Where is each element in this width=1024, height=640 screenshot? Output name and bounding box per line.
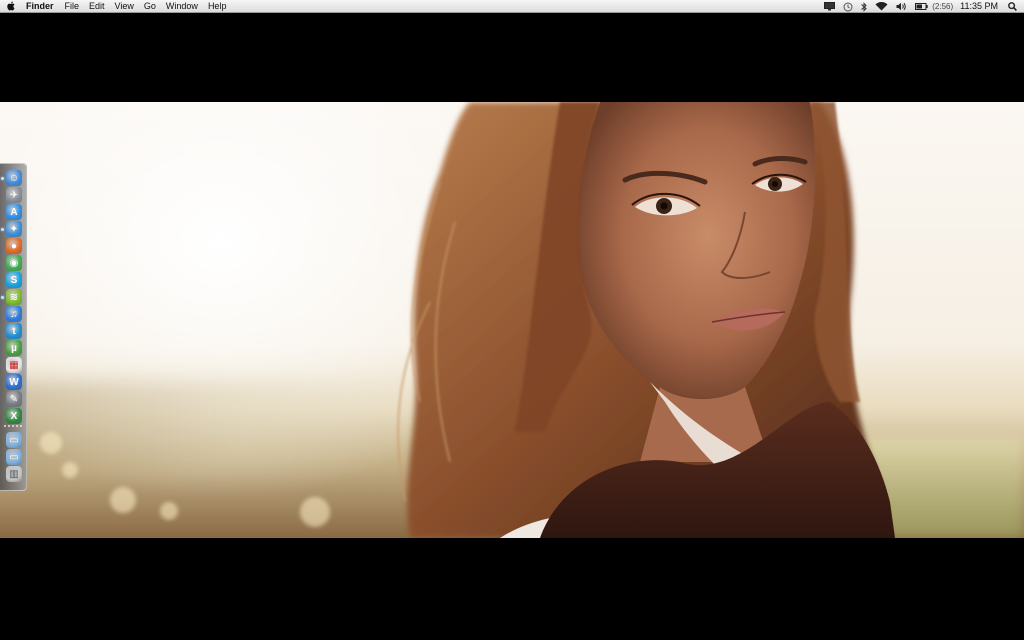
portrait-figure	[397, 102, 895, 538]
battery-icon[interactable]	[911, 0, 930, 13]
menu-go[interactable]: Go	[139, 0, 161, 13]
desktop-wallpaper	[0, 102, 1024, 538]
spotlight-icon[interactable]	[1004, 0, 1024, 13]
bluetooth-icon[interactable]	[857, 0, 871, 13]
display-icon[interactable]	[820, 0, 839, 13]
launchpad-icon: ✈	[9, 189, 19, 201]
menu-clock[interactable]: 11:35 PM	[955, 0, 1004, 13]
status-menus: (2:56) 11:35 PM	[820, 0, 1024, 13]
battery-time[interactable]: (2:56)	[930, 0, 955, 13]
time-machine-icon[interactable]	[839, 0, 857, 13]
safari-icon: ✦	[9, 223, 19, 235]
dock-item-finder[interactable]: ☺	[6, 170, 22, 186]
dock-item-skype[interactable]: S	[6, 272, 22, 288]
dock-item-launchpad[interactable]: ✈	[6, 187, 22, 203]
menu-list: Finder File Edit View Go Window Help	[22, 0, 231, 13]
running-indicator	[1, 177, 4, 180]
dock-item-firefox[interactable]: ●	[6, 238, 22, 254]
finder-icon: ☺	[8, 172, 20, 184]
calendar-icon: ▦	[9, 359, 19, 371]
dock-item-app-store[interactable]: A	[6, 204, 22, 220]
volume-icon[interactable]	[892, 0, 911, 13]
excel-icon: X	[10, 410, 18, 422]
folder-icon: ▭	[9, 434, 19, 446]
running-indicator	[1, 228, 4, 231]
folder-icon: ▭	[9, 451, 19, 463]
trash-icon: ▥	[9, 468, 19, 480]
word-icon: W	[9, 376, 19, 388]
firefox-icon: ●	[10, 240, 18, 252]
dock-item-trash[interactable]: ▥	[6, 466, 22, 482]
dock-item-documents-folder[interactable]: ▭	[6, 449, 22, 465]
apple-menu-icon[interactable]	[0, 0, 22, 13]
dock-item-preview[interactable]: ✎	[6, 391, 22, 407]
dock-item-twitter[interactable]: t	[6, 323, 22, 339]
dock-item-excel[interactable]: X	[6, 408, 22, 424]
menu-window[interactable]: Window	[161, 0, 203, 13]
running-indicator	[1, 296, 4, 299]
itunes-icon: ♫	[10, 308, 18, 320]
dock-item-chrome[interactable]: ◉	[6, 255, 22, 271]
dock: ☺ ✈ A ✦ ● ◉ S ≋ ♫ t µ ▦ W ✎ X ▭ ▭ ▥	[0, 163, 27, 491]
skype-icon: S	[10, 274, 18, 286]
menu-edit[interactable]: Edit	[84, 0, 110, 13]
dock-item-calendar[interactable]: ▦	[6, 357, 22, 373]
twitter-icon: t	[12, 325, 16, 337]
spotify-icon: ≋	[9, 291, 19, 303]
dock-item-safari[interactable]: ✦	[6, 221, 22, 237]
dock-item-itunes[interactable]: ♫	[6, 306, 22, 322]
wifi-icon[interactable]	[871, 0, 892, 13]
dock-separator	[4, 425, 24, 427]
dock-item-spotify[interactable]: ≋	[6, 289, 22, 305]
menu-app-finder[interactable]: Finder	[22, 0, 60, 13]
menu-bar: Finder File Edit View Go Window Help (2:…	[0, 0, 1024, 13]
chrome-icon: ◉	[9, 257, 19, 269]
dock-item-word[interactable]: W	[6, 374, 22, 390]
menu-file[interactable]: File	[60, 0, 85, 13]
preview-icon: ✎	[9, 393, 19, 405]
dock-item-utorrent[interactable]: µ	[6, 340, 22, 356]
menu-view[interactable]: View	[110, 0, 139, 13]
menu-help[interactable]: Help	[203, 0, 232, 13]
utorrent-icon: µ	[11, 342, 17, 354]
app-store-icon: A	[10, 206, 18, 218]
dock-item-applications-folder[interactable]: ▭	[6, 432, 22, 448]
